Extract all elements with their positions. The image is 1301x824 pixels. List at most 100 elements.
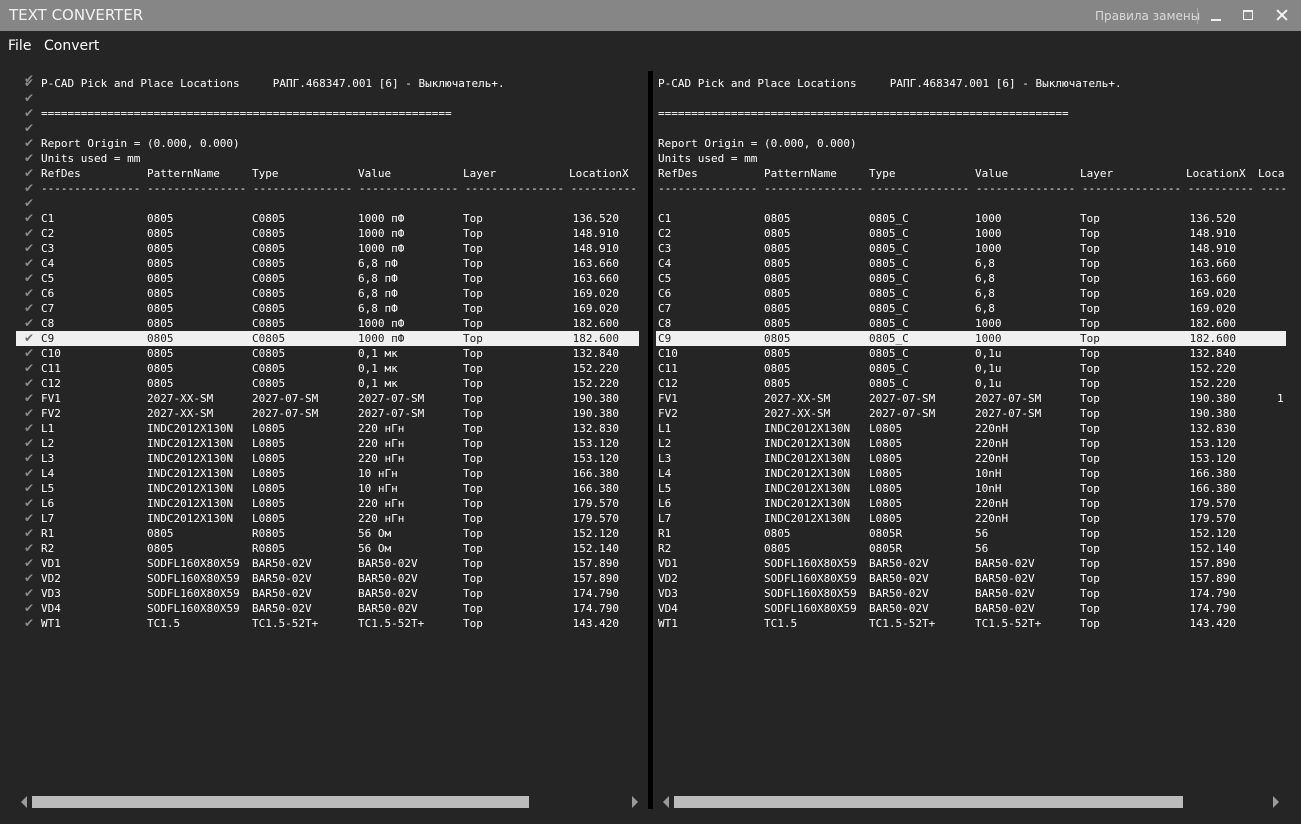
table-row[interactable]: C2 0805 0805_C 1000 Top 148.910 xyxy=(656,226,1286,241)
table-row[interactable]: ✔ C8 0805 C0805 1000 пФ Top 182.600 xyxy=(16,316,639,331)
table-row[interactable]: ✔ C12 0805 C0805 0,1 мк Top 152.220 xyxy=(16,376,639,391)
table-row[interactable]: ✔ VD2 SODFL160X80X59 BAR50-02V BAR50-02V Top 1… xyxy=(16,571,639,586)
check-icon[interactable]: ✔ xyxy=(24,496,38,511)
title-bar[interactable]: TEXT CONVERTER Правила замены xyxy=(0,0,1301,31)
check-icon[interactable]: ✔ xyxy=(24,196,38,211)
menu-file[interactable]: File xyxy=(8,38,31,54)
check-icon[interactable]: ✔ xyxy=(24,616,38,631)
table-row[interactable]: ✔ R1 0805 R0805 56 Ом Top 152.120 xyxy=(16,526,639,541)
check-icon[interactable]: ✔ xyxy=(24,361,38,376)
check-icon[interactable]: ✔ xyxy=(24,346,38,361)
converted-text-panel[interactable]: P-CAD Pick and Place Locations РАПГ.4683… xyxy=(656,72,1286,782)
table-row[interactable]: L7 INDC2012X130N L0805 220nH Top 179.570 xyxy=(656,511,1286,526)
table-row[interactable]: ✔ VD4 SODFL160X80X59 BAR50-02V BAR50-02V Top 1… xyxy=(16,601,639,616)
header-line[interactable]: ✔ xyxy=(16,121,639,136)
check-icon[interactable]: ✔ xyxy=(24,166,38,181)
check-icon[interactable]: ✔ xyxy=(24,406,38,421)
table-row[interactable]: ✔ L7 INDC2012X130N L0805 220 нГн Top 179.570 xyxy=(16,511,639,526)
check-icon[interactable]: ✔ xyxy=(24,601,38,616)
scroll-thumb[interactable] xyxy=(674,796,1183,808)
check-icon[interactable]: ✔ xyxy=(24,466,38,481)
table-row[interactable]: ✔ L5 INDC2012X130N L0805 10 нГн Top 166.380 xyxy=(16,481,639,496)
table-row[interactable]: C8 0805 0805_C 1000 Top 182.600 xyxy=(656,316,1286,331)
check-icon[interactable]: ✔ xyxy=(24,256,38,271)
table-row[interactable]: L4 INDC2012X130N L0805 10nH Top 166.380 xyxy=(656,466,1286,481)
table-row[interactable]: L6 INDC2012X130N L0805 220nH Top 179.570 xyxy=(656,496,1286,511)
table-row[interactable]: ✔ C11 0805 C0805 0,1 мк Top 152.220 xyxy=(16,361,639,376)
check-icon[interactable]: ✔ xyxy=(24,286,38,301)
scroll-left-arrow-icon[interactable] xyxy=(21,796,27,808)
minimize-button[interactable] xyxy=(1205,4,1227,26)
check-icon[interactable]: ✔ xyxy=(24,526,38,541)
check-icon[interactable]: ✔ xyxy=(24,586,38,601)
replacement-rules-link[interactable]: Правила замены xyxy=(1095,9,1200,23)
check-icon[interactable]: ✔ xyxy=(24,136,38,151)
blank-line[interactable]: ✔ xyxy=(16,196,639,211)
separator-line[interactable]: --------------- --------------- --------… xyxy=(656,181,1286,196)
table-row[interactable]: ✔ C1 0805 C0805 1000 пФ Top 136.520 xyxy=(16,211,639,226)
table-row[interactable]: C1 0805 0805_C 1000 Top 136.520 xyxy=(656,211,1286,226)
table-row[interactable]: L3 INDC2012X130N L0805 220nH Top 153.120 xyxy=(656,451,1286,466)
check-icon[interactable]: ✔ xyxy=(24,556,38,571)
blank-line[interactable] xyxy=(656,196,1286,211)
check-icon[interactable]: ✔ xyxy=(24,271,38,286)
scroll-right-arrow-icon[interactable] xyxy=(632,796,638,808)
header-line[interactable] xyxy=(656,91,1286,106)
check-icon[interactable]: ✔ xyxy=(24,376,38,391)
source-text-panel[interactable]: ✔ ✔ P-CAD Pick and Place Locations РАПГ.46… xyxy=(16,72,639,782)
table-row[interactable]: C6 0805 0805_C 6,8 Top 169.020 xyxy=(656,286,1286,301)
table-row[interactable]: VD3 SODFL160X80X59 BAR50-02V BAR50-02V Top 17… xyxy=(656,586,1286,601)
check-icon[interactable]: ✔ xyxy=(24,391,38,406)
table-row[interactable]: ✔ C7 0805 C0805 6,8 пФ Top 169.020 xyxy=(16,301,639,316)
table-row[interactable]: ✔ C4 0805 C0805 6,8 пФ Top 163.660 xyxy=(16,256,639,271)
check-icon[interactable]: ✔ xyxy=(24,91,38,106)
panel-divider[interactable] xyxy=(648,71,653,809)
check-icon[interactable]: ✔ xyxy=(24,211,38,226)
header-line[interactable]: Report Origin = (0.000, 0.000) xyxy=(656,136,1286,151)
check-icon[interactable]: ✔ xyxy=(24,436,38,451)
table-row[interactable]: C9 0805 0805_C 1000 Top 182.600 xyxy=(656,331,1286,346)
table-row[interactable]: ✔ L1 INDC2012X130N L0805 220 нГн Top 132.830 xyxy=(16,421,639,436)
column-header-row[interactable]: RefDes PatternName Type Value Layer LocationX… xyxy=(656,166,1286,181)
table-row[interactable]: ✔ C10 0805 C0805 0,1 мк Top 132.840 xyxy=(16,346,639,361)
header-line[interactable]: ✔ xyxy=(16,91,639,106)
header-line[interactable]: ✔ P-CAD Pick and Place Locations РАПГ.468… xyxy=(16,76,639,91)
check-icon[interactable]: ✔ xyxy=(24,331,38,346)
table-row[interactable]: ✔ VD1 SODFL160X80X59 BAR50-02V BAR50-02V Top 1… xyxy=(16,556,639,571)
right-horizontal-scrollbar[interactable] xyxy=(656,793,1286,809)
table-row[interactable]: ✔ L6 INDC2012X130N L0805 220 нГн Top 179.570 xyxy=(16,496,639,511)
header-line[interactable] xyxy=(656,121,1286,136)
table-row[interactable]: R1 0805 0805R 56 Top 152.120 xyxy=(656,526,1286,541)
check-icon[interactable]: ✔ xyxy=(24,511,38,526)
scroll-thumb[interactable] xyxy=(32,796,529,808)
table-row[interactable]: ✔ WT1 TC1.5 TC1.5-52T+ TC1.5-52T+ Top 143.420 xyxy=(16,616,639,631)
table-row[interactable]: VD1 SODFL160X80X59 BAR50-02V BAR50-02V Top 15… xyxy=(656,556,1286,571)
check-icon[interactable]: ✔ xyxy=(24,121,38,136)
table-row[interactable]: VD2 SODFL160X80X59 BAR50-02V BAR50-02V Top 15… xyxy=(656,571,1286,586)
table-row[interactable]: C7 0805 0805_C 6,8 Top 169.020 xyxy=(656,301,1286,316)
table-row[interactable]: L2 INDC2012X130N L0805 220nH Top 153.120 xyxy=(656,436,1286,451)
table-row[interactable]: C4 0805 0805_C 6,8 Top 163.660 xyxy=(656,256,1286,271)
table-row[interactable]: ✔ L4 INDC2012X130N L0805 10 нГн Top 166.380 xyxy=(16,466,639,481)
table-row[interactable]: R2 0805 0805R 56 Top 152.140 xyxy=(656,541,1286,556)
check-icon[interactable]: ✔ xyxy=(24,226,38,241)
header-line[interactable]: ✔ Units used = mm xyxy=(16,151,639,166)
table-row[interactable]: FV2 2027-XX-SM 2027-07-SM 2027-07-SM Top 190.… xyxy=(656,406,1286,421)
table-row[interactable]: ✔ C9 0805 C0805 1000 пФ Top 182.600 xyxy=(16,331,639,346)
check-icon[interactable]: ✔ xyxy=(24,241,38,256)
table-row[interactable]: FV1 2027-XX-SM 2027-07-SM 2027-07-SM Top 190.… xyxy=(656,391,1286,406)
check-icon[interactable]: ✔ xyxy=(24,316,38,331)
table-row[interactable]: ✔ C6 0805 C0805 6,8 пФ Top 169.020 xyxy=(16,286,639,301)
check-icon[interactable]: ✔ xyxy=(24,301,38,316)
check-icon[interactable]: ✔ xyxy=(24,421,38,436)
check-icon[interactable]: ✔ xyxy=(24,181,38,196)
maximize-button[interactable] xyxy=(1237,4,1259,26)
table-row[interactable]: ✔ C3 0805 C0805 1000 пФ Top 148.910 xyxy=(16,241,639,256)
table-row[interactable]: ✔ L3 INDC2012X130N L0805 220 нГн Top 153.120 xyxy=(16,451,639,466)
header-line[interactable]: ✔ Report Origin = (0.000, 0.000) xyxy=(16,136,639,151)
check-icon[interactable]: ✔ xyxy=(24,451,38,466)
column-header-row[interactable]: ✔ RefDes PatternName Type Value Layer Location… xyxy=(16,166,639,181)
check-icon[interactable]: ✔ xyxy=(24,151,38,166)
menu-convert[interactable]: Convert xyxy=(44,38,99,54)
separator-line[interactable]: ✔ --------------- --------------- -------… xyxy=(16,181,639,196)
